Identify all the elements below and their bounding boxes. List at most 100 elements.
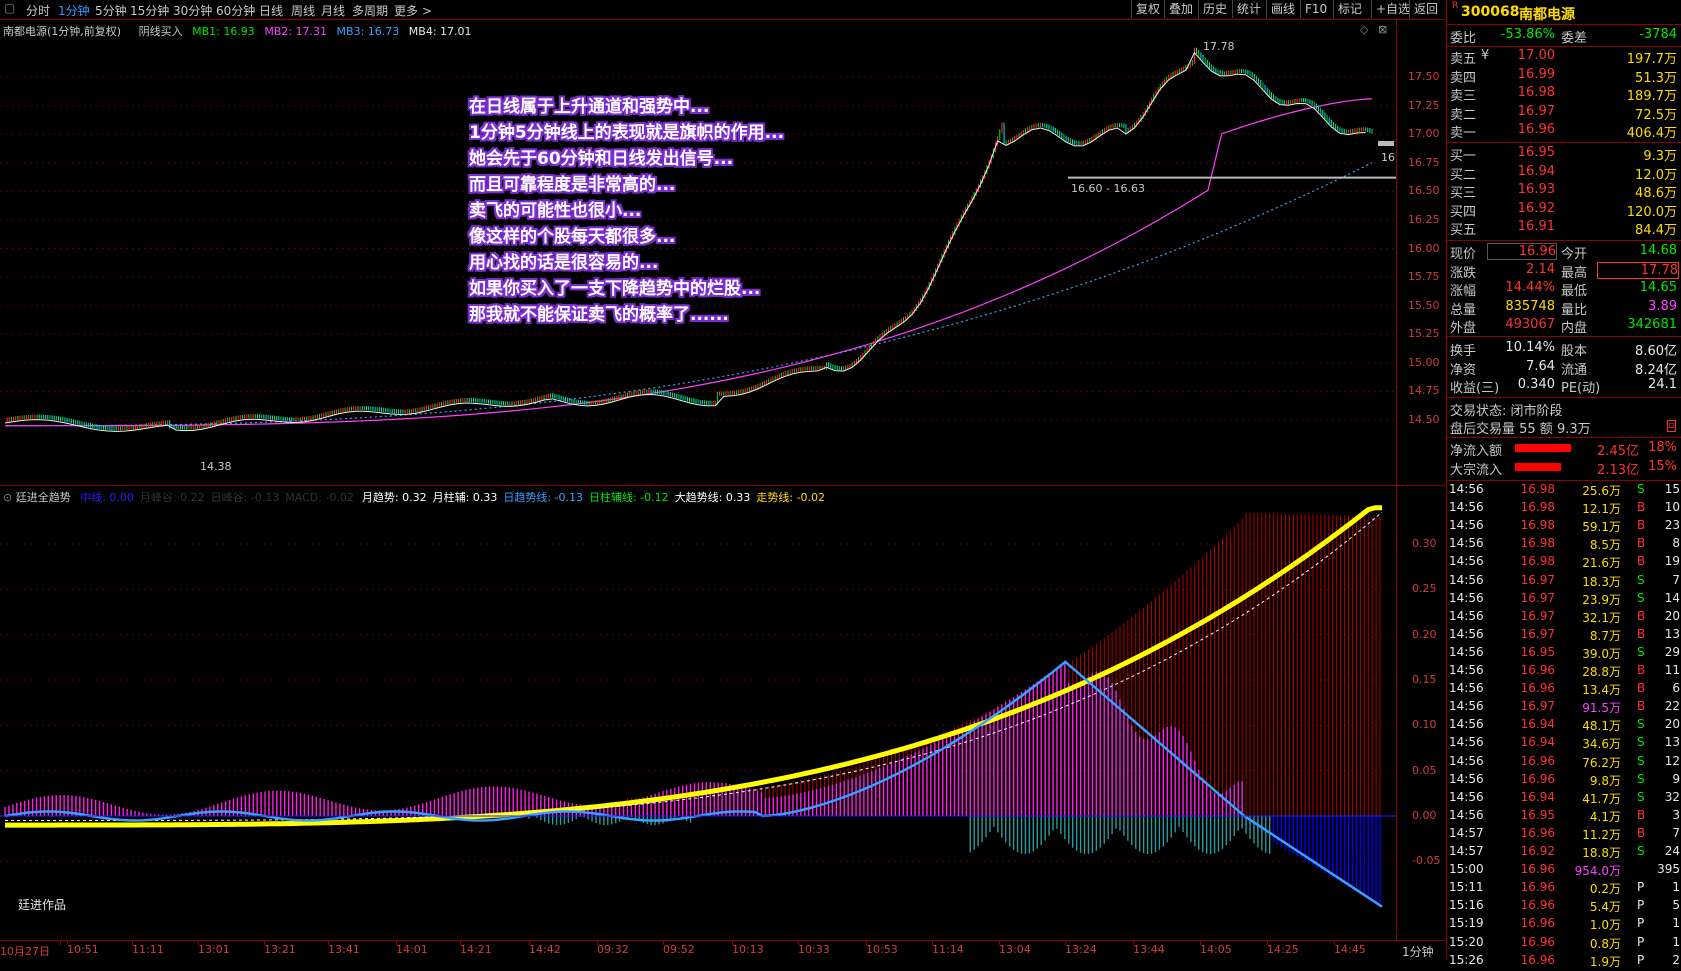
menu-icon[interactable]: ▢	[4, 1, 15, 15]
indicator-chart[interactable]: ⊙ 廷进全趋势 中线: 0.00 月峰谷: 0.22 日峰谷: -0.13 MACD:…	[0, 486, 1440, 938]
stock-name: 南都电源	[1519, 7, 1575, 23]
ask-volume: 51.3万	[1635, 70, 1677, 86]
tick-side: S	[1637, 644, 1645, 659]
time-label: 14:42	[529, 943, 561, 956]
tick-price: 16.94	[1520, 735, 1555, 750]
price-tick: 15.25	[1408, 327, 1440, 341]
trade-tick-row: 15:11 16.96 0.2万 P 1	[1447, 880, 1681, 898]
bid-row[interactable]: 买一 16.95 9.3万	[1447, 145, 1681, 164]
separator	[1447, 240, 1681, 241]
period-tab-5[interactable]: 60分钟	[216, 2, 255, 19]
tick-price: 16.97	[1520, 699, 1555, 714]
action-button-8[interactable]: 返回	[1409, 0, 1442, 18]
period-tab-6[interactable]: 日线	[259, 2, 283, 19]
time-tick	[396, 941, 397, 945]
fundamental-row: 净资 7.64 流通 8.24亿	[1447, 359, 1681, 378]
separator	[1447, 142, 1681, 143]
tick-time: 14:57	[1449, 844, 1484, 858]
tick-count: 15	[1664, 482, 1680, 496]
fundamental-value: 8.60亿	[1635, 344, 1677, 359]
period-tab-3[interactable]: 15分钟	[130, 2, 169, 19]
bid-row[interactable]: 买五 16.91 84.4万	[1447, 219, 1681, 238]
time-tick	[460, 941, 461, 945]
time-tick	[597, 941, 598, 945]
ask-row[interactable]: 卖三 16.98 189.7万	[1447, 85, 1681, 104]
ask-row[interactable]: 卖五 ¥17.00 197.7万	[1447, 48, 1681, 67]
tick-side: P	[1637, 916, 1645, 931]
bid-row[interactable]: 买二 16.94 12.0万	[1447, 164, 1681, 183]
price-tick: 14.75	[1408, 384, 1440, 398]
period-tab-8[interactable]: 月线	[321, 2, 345, 19]
trade-tick-row: 14:57 16.96 11.2万 B 7	[1447, 826, 1681, 844]
tick-count: 5	[1672, 898, 1680, 913]
tick-price: 16.96	[1520, 753, 1555, 768]
annotation-line: 那我就不能保证卖飞的概率了......	[469, 305, 729, 325]
action-button-0[interactable]: 复权	[1131, 0, 1164, 18]
ask-row[interactable]: 卖一 16.96 406.4万	[1447, 122, 1681, 141]
trade-tick-row: 14:56 16.97 23.9万 S 14	[1447, 591, 1681, 609]
tick-count: 13	[1664, 626, 1680, 641]
period-tab-9[interactable]: 多周期	[352, 2, 388, 19]
tick-price: 16.94	[1520, 717, 1555, 732]
tick-time: 14:56	[1449, 590, 1484, 605]
tick-price: 16.94	[1520, 789, 1555, 804]
period-tab-7[interactable]: 周线	[291, 2, 315, 19]
ask-row[interactable]: 卖四 16.99 51.3万	[1447, 67, 1681, 86]
trade-tick-row: 14:56 16.98 59.1万 B 23	[1447, 518, 1681, 536]
tick-time: 14:56	[1449, 663, 1484, 677]
price-tick: 16.50	[1408, 184, 1440, 198]
tick-side: S	[1637, 717, 1645, 732]
tick-time: 15:26	[1449, 952, 1484, 967]
action-button-5[interactable]: F10	[1300, 0, 1331, 18]
stat-value: 17.78	[1597, 261, 1679, 279]
tick-time: 14:56	[1449, 753, 1484, 768]
action-button-6[interactable]: 标记	[1333, 0, 1366, 18]
bid-row[interactable]: 买四 16.92 120.0万	[1447, 201, 1681, 220]
trade-tick-row: 14:56 16.96 28.8万 B 11	[1447, 663, 1681, 681]
trade-tick-row: 14:56 16.98 25.6万 S 15	[1447, 482, 1681, 500]
time-tick	[1200, 941, 1201, 945]
period-tab-1[interactable]: 1分钟	[58, 2, 90, 19]
tick-count: 7	[1672, 572, 1680, 587]
action-button-4[interactable]: 画线	[1266, 0, 1299, 18]
tick-side: B	[1637, 825, 1646, 840]
action-button-1[interactable]: 叠加	[1164, 0, 1197, 18]
flag-icon: R	[1452, 1, 1459, 11]
tick-count: 14	[1664, 590, 1680, 605]
ask-label: 卖四	[1450, 70, 1477, 86]
stat-label: 涨跌	[1450, 265, 1477, 281]
period-tab-4[interactable]: 30分钟	[173, 2, 212, 19]
bid-row[interactable]: 买三 16.93 48.6万	[1447, 182, 1681, 201]
period-label[interactable]: 1分钟	[1402, 943, 1434, 960]
tick-count: 23	[1664, 518, 1680, 533]
period-tab-0[interactable]: 分时	[26, 2, 50, 19]
stat-label: 今开	[1561, 247, 1588, 262]
weicha-label: 委差	[1561, 31, 1588, 46]
tick-volume: 32.1万	[1582, 610, 1621, 625]
stat-label: 最高	[1561, 265, 1588, 281]
tick-price: 16.96	[1520, 934, 1555, 949]
tick-volume: 954.0万	[1574, 864, 1621, 879]
action-button-7[interactable]: +自选	[1371, 0, 1414, 18]
tick-time: 14:56	[1449, 789, 1484, 804]
price-tick: 15.00	[1408, 355, 1440, 369]
action-button-2[interactable]: 历史	[1198, 0, 1231, 18]
annotation-line: 她会先于60分钟和日线发出信号...	[469, 149, 734, 169]
time-tick	[529, 941, 530, 945]
expand-icon[interactable]: ▫	[1667, 420, 1676, 432]
tick-side: B	[1637, 500, 1646, 515]
time-label: 14:45	[1334, 943, 1366, 956]
trade-tick-row: 14:56 16.94 48.1万 S 20	[1447, 717, 1681, 735]
period-tab-2[interactable]: 5分钟	[95, 2, 127, 19]
separator	[1447, 437, 1681, 438]
action-button-3[interactable]: 统计	[1232, 0, 1265, 18]
ask-row[interactable]: 卖二 16.97 72.5万	[1447, 104, 1681, 123]
after-hours-text: 盘后交易量 55 额 9.3万	[1450, 422, 1591, 437]
time-label: 10月27日	[0, 945, 50, 958]
tick-side: S	[1637, 789, 1645, 804]
tick-volume: 1.0万	[1589, 918, 1621, 933]
tick-side: B	[1637, 536, 1646, 551]
indicator-tick: 0.20	[1412, 627, 1437, 641]
period-tab-10[interactable]: 更多 >	[394, 2, 432, 19]
stat-value: 342681	[1627, 317, 1677, 332]
